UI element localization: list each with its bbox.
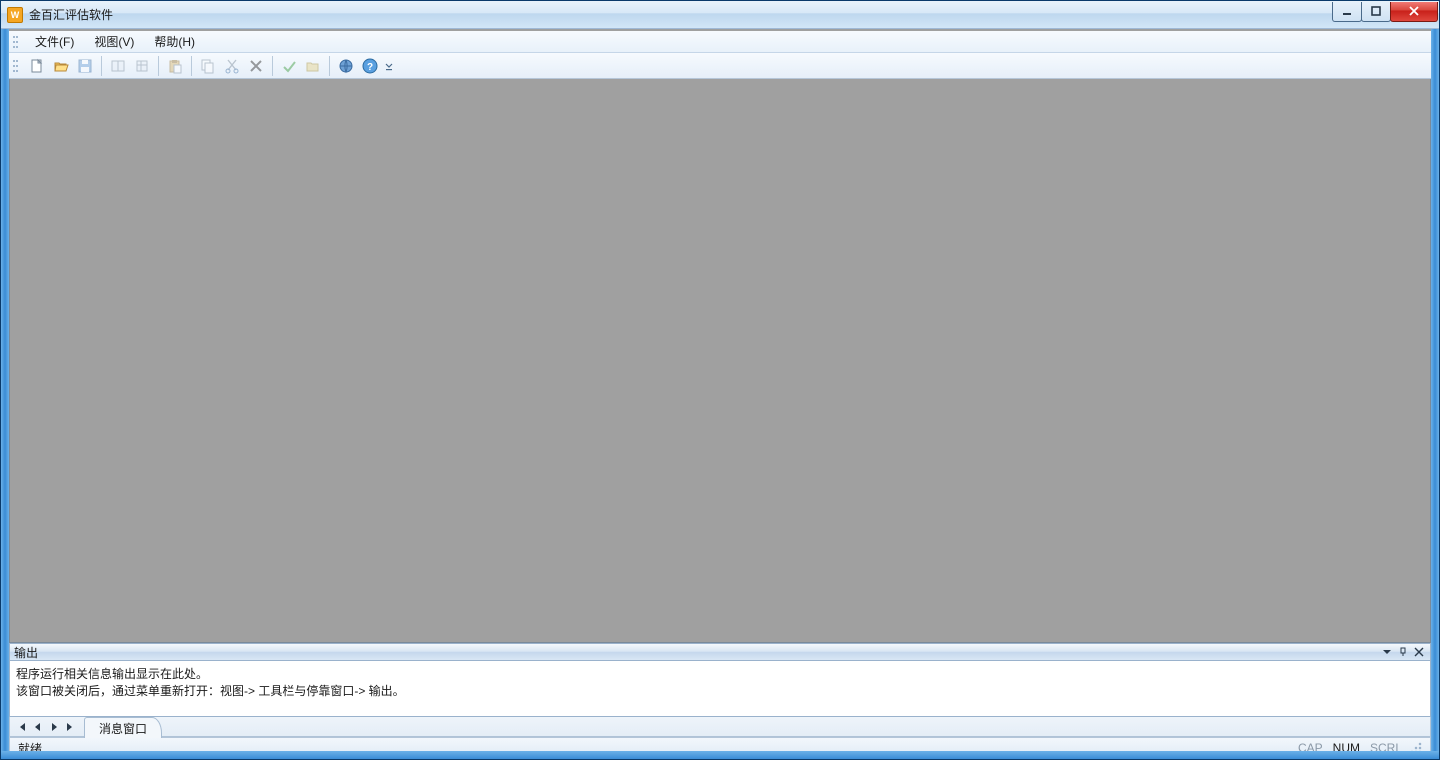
output-panel-title: 输出 [14, 644, 38, 661]
toolbar-separator [191, 56, 192, 76]
output-line: 该窗口被关闭后，通过菜单重新打开：视图-> 工具栏与停靠窗口-> 输出。 [16, 682, 1424, 699]
window-controls [1333, 2, 1438, 22]
app-window: W 金百汇评估软件 文件(F) 视图(V) 帮助(H) [0, 0, 1440, 760]
tool-button-4[interactable] [107, 55, 129, 77]
toolbar: ? [9, 53, 1431, 79]
mdi-workspace [9, 79, 1431, 643]
copy-button[interactable] [197, 55, 219, 77]
tab-nav-first-button[interactable] [15, 720, 29, 734]
output-tab-messages[interactable]: 消息窗口 [84, 717, 162, 738]
new-file-button[interactable] [26, 55, 48, 77]
menu-file[interactable]: 文件(F) [25, 31, 84, 52]
open-file-button[interactable] [50, 55, 72, 77]
menu-bar: 文件(F) 视图(V) 帮助(H) [9, 31, 1431, 53]
window-frame-bottom [1, 751, 1439, 759]
window-frame-right [1431, 29, 1439, 759]
toolbar-grip-icon[interactable] [13, 58, 19, 74]
help-button[interactable]: ? [359, 55, 381, 77]
panel-menu-button[interactable] [1380, 645, 1394, 659]
toolbar-separator [329, 56, 330, 76]
panel-close-button[interactable] [1412, 645, 1426, 659]
tool-globe-button[interactable] [335, 55, 357, 77]
menu-help[interactable]: 帮助(H) [144, 31, 205, 52]
toolbar-separator [101, 56, 102, 76]
output-panel-tabstrip: 消息窗口 [9, 717, 1431, 737]
tool-button-5[interactable] [131, 55, 153, 77]
output-panel: 输出 程序运行相关信息输出显示在此处。 该窗口被关闭后，通过菜单重新打开：视图-… [9, 643, 1431, 737]
output-panel-titlebar[interactable]: 输出 [9, 643, 1431, 661]
close-button[interactable] [1390, 2, 1438, 22]
tool-folder-button[interactable] [302, 55, 324, 77]
output-panel-body[interactable]: 程序运行相关信息输出显示在此处。 该窗口被关闭后，通过菜单重新打开：视图-> 工… [9, 661, 1431, 717]
window-frame-left [1, 29, 9, 759]
menubar-grip-icon[interactable] [13, 34, 19, 50]
tool-validate-button[interactable] [278, 55, 300, 77]
tab-nav-last-button[interactable] [63, 720, 77, 734]
toolbar-separator [158, 56, 159, 76]
output-line: 程序运行相关信息输出显示在此处。 [16, 665, 1424, 682]
maximize-button[interactable] [1361, 2, 1391, 22]
tab-nav-next-button[interactable] [47, 720, 61, 734]
toolbar-overflow-button[interactable] [383, 55, 395, 77]
paste-button[interactable] [164, 55, 186, 77]
title-bar[interactable]: W 金百汇评估软件 [1, 1, 1439, 29]
tab-nav-prev-button[interactable] [31, 720, 45, 734]
panel-pin-button[interactable] [1396, 645, 1410, 659]
save-button[interactable] [74, 55, 96, 77]
app-icon: W [7, 7, 23, 23]
menu-view[interactable]: 视图(V) [84, 31, 144, 52]
cut-button[interactable] [221, 55, 243, 77]
svg-text:?: ? [367, 62, 373, 73]
toolbar-separator [272, 56, 273, 76]
minimize-button[interactable] [1332, 2, 1362, 22]
delete-button[interactable] [245, 55, 267, 77]
app-title: 金百汇评估软件 [29, 6, 113, 23]
